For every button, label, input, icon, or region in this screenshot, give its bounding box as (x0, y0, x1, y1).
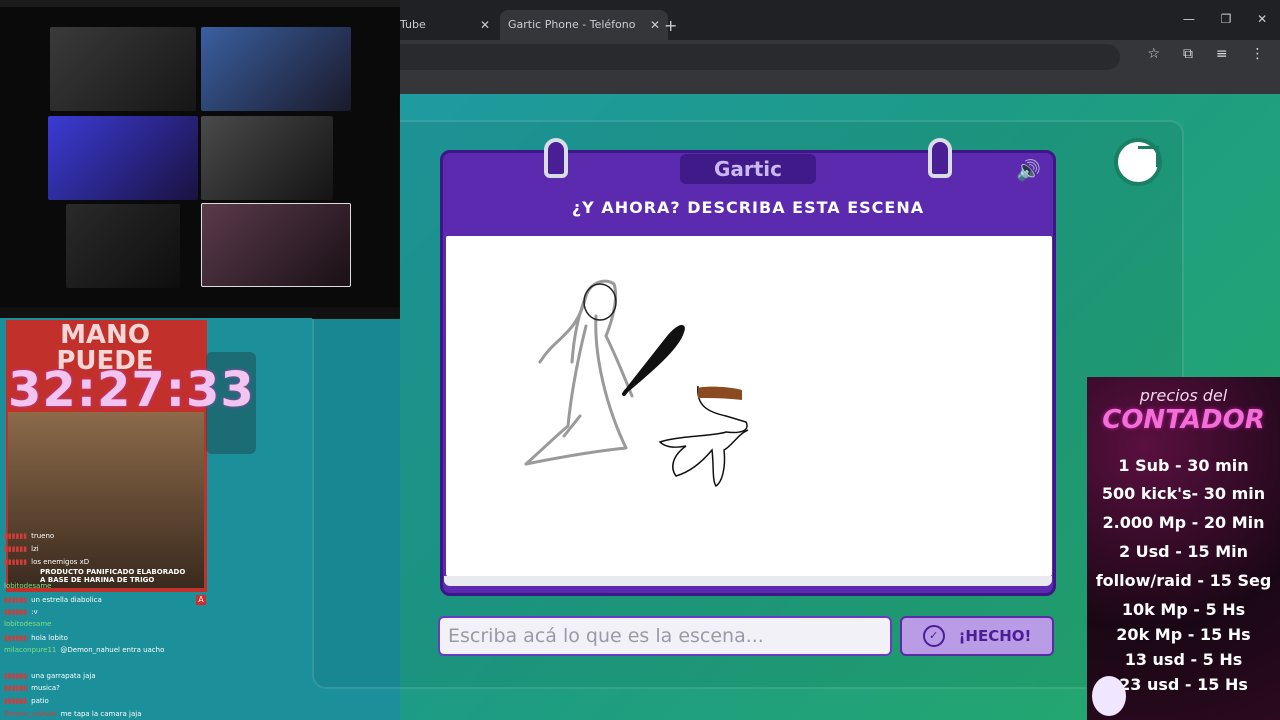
promo-caption: PRODUCTO PANIFICADO ELABORADO A BASE DE … (40, 568, 186, 584)
figure-head (583, 283, 617, 321)
chat-line: ▮▮▮▮▮▮ una garrapata jaja (4, 672, 96, 680)
prices-title: CONTADOR (1102, 405, 1265, 435)
answer-input[interactable] (438, 616, 892, 656)
badge: A (196, 595, 206, 605)
maximize-icon[interactable]: ❐ (1221, 12, 1232, 26)
chat-line: milaconpure11 @Demon_nahuel entra uacho (4, 646, 165, 654)
chat-line: ▮▮▮▮▮▮ hola lobito (4, 634, 68, 642)
chat-line: lobitodesame (4, 582, 52, 590)
tab-youtube[interactable]: Tube ✕ (400, 10, 498, 40)
chat-line: ▮▮▮▮▮▮ lzi (4, 545, 39, 553)
window-controls: — ❐ ✕ (1170, 12, 1280, 26)
media-icon[interactable]: ≡ (1216, 46, 1228, 62)
video-tile (201, 116, 333, 200)
chat-line: ▮▮▮▮▮▮ los enemigos xD (4, 558, 90, 566)
figure-drawing (524, 279, 634, 466)
minimize-icon[interactable]: — (1183, 12, 1195, 26)
video-tile-active (201, 203, 351, 287)
video-title-bar (0, 0, 400, 7)
close-icon[interactable]: ✕ (480, 10, 490, 40)
instruction-title: ¿Y AHORA? DESCRIBA ESTA ESCENA (571, 198, 925, 217)
chat-line: lobitodesame (4, 620, 52, 628)
price-item: 20k Mp - 15 Hs (1116, 625, 1251, 644)
price-item: 2.000 Mp - 20 Min (1102, 513, 1265, 532)
timer-icon (1114, 138, 1162, 186)
check-icon: ✓ (922, 625, 945, 647)
close-icon[interactable]: ✕ (650, 10, 660, 40)
prices-subtitle: precios del (1139, 386, 1228, 405)
hat-drawing (698, 386, 742, 400)
done-button[interactable]: ✓ ¡HECHO! (900, 616, 1054, 656)
price-item: follow/raid - 15 Seg (1095, 571, 1272, 590)
drawing (524, 279, 749, 488)
chat-line: ▮▮▮▮▮▮ musica? (4, 684, 60, 692)
chat-line: ▮▮▮▮▮▮ patio (4, 697, 49, 705)
toolbar-icons: ☆ ⧉ ≡ ⋮ (1136, 46, 1276, 62)
price-item: 1 Sub - 30 min (1118, 456, 1249, 475)
extensions-icon[interactable]: ⧉ (1183, 46, 1193, 62)
countdown-clock: 32:27:33 (8, 362, 255, 418)
chat-line: ▮▮▮▮▮▮ trueno (4, 532, 55, 540)
done-label: ¡HECHO! (958, 627, 1032, 645)
bookmarks-bar (400, 72, 1280, 94)
price-item: 500 kick's- 30 min (1101, 484, 1266, 503)
tab-label: Tube (400, 18, 426, 31)
address-bar[interactable] (400, 44, 1120, 70)
ring-right (928, 138, 952, 178)
chat-line: ▮▮▮▮▮▮:v (4, 608, 38, 616)
menu-icon[interactable]: ⋮ (1251, 46, 1265, 62)
drawing-canvas (446, 236, 1052, 576)
close-window-icon[interactable]: ✕ (1257, 12, 1267, 26)
chat-line: ▮▮▮▮▮▮ un estrella diabolica (4, 596, 102, 604)
ring-left (544, 138, 568, 178)
price-item: 2 Usd - 15 Min (1118, 542, 1249, 561)
video-tile (66, 204, 180, 288)
new-tab-button[interactable]: + (664, 16, 677, 35)
unicorn-mascot-icon (1092, 676, 1126, 716)
tab-gartic-phone[interactable]: Gartic Phone - Teléfono Descon ✕ (500, 10, 668, 61)
video-tile (201, 27, 351, 111)
club-drawing (622, 324, 685, 396)
price-item: 13 usd - 5 Hs (1124, 650, 1243, 669)
speaker-icon[interactable]: 🔊 (1016, 158, 1041, 182)
video-tile (50, 27, 196, 111)
chat-line: Demon_nahuel me tapa la camara jaja (4, 710, 142, 718)
video-tile (48, 116, 198, 200)
price-item: 10k Mp - 5 Hs (1121, 600, 1246, 619)
small-figure-drawing (658, 385, 749, 488)
paper-edge (444, 576, 1052, 586)
gartic-logo: Gartic (680, 154, 816, 184)
bookmark-star-icon[interactable]: ☆ (1147, 46, 1160, 62)
